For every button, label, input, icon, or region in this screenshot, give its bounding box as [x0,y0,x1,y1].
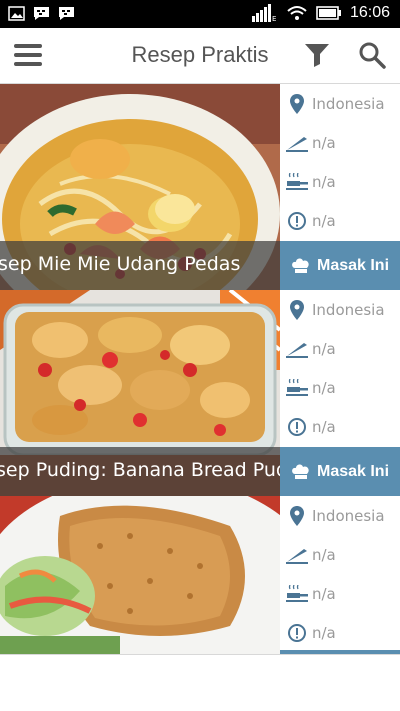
recipe-difficulty: n/a [312,545,336,564]
recipe-name: Resep Puding: Banana Bread Pudding [0,459,280,481]
recipe-origin: Indonesia [312,300,385,319]
knife-icon [286,136,308,152]
filter-icon[interactable] [304,42,330,68]
signal-icon: E [251,4,276,22]
battery-icon [316,6,341,20]
cook-time-row: n/a [280,368,400,407]
page-title: Resep Praktis [131,42,269,67]
info-row: n/a [280,407,400,446]
wifi-icon [287,6,307,20]
recipe-origin: Indonesia [312,506,385,525]
list-divider [0,654,400,655]
cook-this-label: Masak Ini [316,256,390,274]
gallery-notification-icon [8,6,25,21]
recipe-difficulty: n/a [312,339,336,358]
info-row: n/a [280,613,400,652]
recipe-image[interactable] [0,496,280,654]
cook-this-label: Masak Ini [316,462,390,480]
cook-this-button[interactable]: Masak Ini [280,447,400,496]
svg-text:E: E [272,15,276,22]
recipe-cook-time: n/a [312,172,336,191]
bbm-notification-icon [34,7,49,20]
recipe-cook-time: n/a [312,584,336,603]
info-alert-icon [288,211,306,230]
recipe-info: Indonesia n/a n/a n/a [280,496,400,654]
origin-row: Indonesia [280,496,400,535]
recipe-card[interactable]: Indonesia n/a n/a n/a Resep Mie Mie Udan… [0,84,400,290]
chef-hat-icon [292,463,309,479]
chef-hat-icon [292,257,309,273]
pan-icon [286,172,308,190]
recipe-title-bar[interactable]: Resep Mie Mie Udang Pedas [0,241,280,290]
cook-time-row: n/a [280,574,400,613]
recipe-cook-time: n/a [312,378,336,397]
recipe-card[interactable]: Indonesia n/a n/a n/a Resep Puding: Bana… [0,290,400,496]
search-icon[interactable] [358,41,386,69]
pan-icon [286,584,308,602]
cook-time-row: n/a [280,162,400,201]
bbm-notification-icon-2 [59,7,74,20]
recipe-info-text: n/a [312,417,336,436]
status-bar: E 16:06 [0,0,400,28]
recipe-difficulty: n/a [312,133,336,152]
recipe-info-text: n/a [312,623,336,642]
location-pin-icon [290,299,304,320]
app-bar: Resep Praktis [0,28,400,84]
recipe-origin: Indonesia [312,94,385,113]
info-alert-icon [288,417,306,436]
location-pin-icon [290,93,304,114]
difficulty-row: n/a [280,329,400,368]
knife-icon [286,342,308,358]
difficulty-row: n/a [280,123,400,162]
recipe-title-bar[interactable]: Resep Puding: Banana Bread Pudding [0,447,280,496]
status-time: 16:06 [349,4,390,21]
pan-icon [286,378,308,396]
cook-this-button[interactable]: Masak Ini [280,241,400,290]
knife-icon [286,548,308,564]
recipe-name: Resep Mie Mie Udang Pedas [0,253,241,275]
origin-row: Indonesia [280,290,400,329]
location-pin-icon [290,505,304,526]
info-alert-icon [288,623,306,642]
recipe-info-text: n/a [312,211,336,230]
recipe-card[interactable]: Indonesia n/a n/a n/a [0,496,400,654]
info-row: n/a [280,201,400,240]
origin-row: Indonesia [280,84,400,123]
difficulty-row: n/a [280,535,400,574]
